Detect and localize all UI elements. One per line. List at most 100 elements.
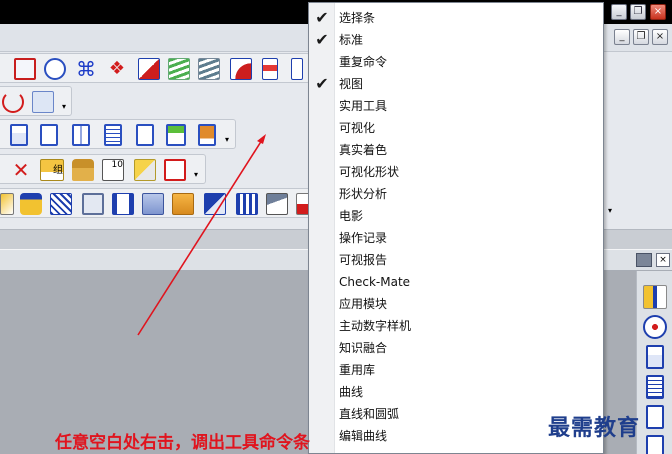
layers-green-icon[interactable] [168,58,190,80]
checkmark-icon [313,185,331,203]
sketch-icon[interactable] [0,193,14,215]
menu-item[interactable]: Check-Mate [309,271,603,293]
toolbar-context-menu: ✔ 选择条 ✔ 标准 重复命令 ✔ 视图 实用工具 可视化 真实着色 可视化形状 形状分析 电影 操作记录… [308,2,604,454]
feature-toolbar: ▾ [0,119,236,149]
edit-toolbar: ✕ 组 10 ▾ [0,154,206,184]
layers-gray-icon[interactable] [198,58,220,80]
feature-toolbar-dropdown[interactable]: ▾ [225,136,231,144]
checkmark-icon [313,141,331,159]
mesh-icon[interactable] [50,193,72,215]
checkmark-icon [313,295,331,313]
resource-icon[interactable] [636,253,652,267]
menu-item-label: 编辑曲线 [339,429,388,443]
delete-icon[interactable]: ✕ [10,159,32,181]
rotate-icon[interactable] [2,91,24,113]
rotate-toolbar-dropdown[interactable]: ▾ [62,103,68,111]
menu-item[interactable]: 应用模块 [309,293,603,315]
boss-icon[interactable] [40,124,58,146]
annotation-caption: 任意空白处右击，调出工具命令条 [55,433,310,453]
menu-item[interactable]: 可视化形状 [309,161,603,183]
hole-icon[interactable] [10,124,28,146]
menu-item-label: 应用模块 [339,297,388,311]
slot-icon[interactable] [166,124,186,146]
menu-item-label: 可视报告 [339,253,388,267]
checkmark-icon [313,339,331,357]
menu-item[interactable]: ✔ 选择条 [309,7,603,29]
checkmark-icon [313,163,331,181]
menu-item[interactable]: ✔ 标准 [309,29,603,51]
move-icon[interactable] [643,285,667,309]
diamond-points-icon[interactable]: ❖ [106,58,128,80]
checkmark-icon [313,405,331,423]
broom-icon[interactable] [72,159,94,181]
checkmark-icon [313,119,331,137]
doc-close-button[interactable]: × [652,29,668,45]
menu-item[interactable]: 曲线 [309,381,603,403]
menu-item[interactable]: 电影 [309,205,603,227]
menu-item[interactable]: 主动数字样机 [309,315,603,337]
menu-item[interactable]: 重复命令 [309,51,603,73]
close-button[interactable]: × [650,4,666,20]
paste-icon[interactable] [134,159,156,181]
hole-side-icon[interactable] [646,345,664,369]
menu-item[interactable]: 真实着色 [309,139,603,161]
quadrant-icon[interactable] [230,58,252,80]
checkmark-icon [313,317,331,335]
menu-item[interactable]: 实用工具 [309,95,603,117]
checkmark-icon [313,427,331,445]
edit-toolbar-dropdown[interactable]: ▾ [194,171,200,179]
thread-icon[interactable] [104,124,122,146]
cylinder-icon[interactable] [172,193,194,215]
pad-side-icon[interactable] [646,435,664,454]
menu-item-label: 知识融合 [339,341,388,355]
thread-side-icon[interactable] [646,375,664,399]
menu-item[interactable]: 形状分析 [309,183,603,205]
target-icon[interactable] [643,315,667,339]
checkmark-icon [313,251,331,269]
fill-mode-icon[interactable] [138,58,160,80]
array-icon[interactable]: 10 [102,159,124,181]
menu-item-label: 重用库 [339,363,376,377]
checkmark-icon: ✔ [315,8,329,27]
sweep-icon[interactable] [266,193,288,215]
section-icon[interactable] [262,58,278,80]
zoom-icon[interactable] [32,91,54,113]
datum-icon[interactable] [20,193,42,215]
pane-close-icon[interactable]: × [656,253,670,267]
surface-icon[interactable] [82,193,104,215]
command-icon[interactable]: ⌘ [75,58,97,80]
checkmark-icon [313,273,331,291]
pattern-icon[interactable] [236,193,258,215]
menu-item[interactable]: 操作记录 [309,227,603,249]
view-orient-icon[interactable] [44,58,66,80]
menu-item[interactable]: 知识融合 [309,337,603,359]
pocket-icon[interactable] [72,124,90,146]
box-outline-icon[interactable] [164,159,186,181]
menu-item[interactable]: 重用库 [309,359,603,381]
frame-icon[interactable] [14,58,36,80]
menu-item-label: 可视化形状 [339,165,400,179]
menu-item[interactable]: ✔ 视图 [309,73,603,95]
doc-restore-button[interactable]: ❐ [633,29,649,45]
view-toolbar: ⌘ ❖ [0,53,310,83]
menu-item-label: 标准 [339,33,364,47]
group-icon[interactable]: 组 [40,159,64,181]
doc-minimize-button[interactable]: _ [614,29,630,45]
modeling-toolbar-dropdown[interactable]: ▾ [608,207,614,215]
pad-icon[interactable] [136,124,154,146]
groove-icon[interactable] [198,124,216,146]
minimize-button[interactable]: _ [611,4,627,20]
chamfer-icon[interactable] [204,193,226,215]
menu-item-label: 实用工具 [339,99,388,113]
restore-button[interactable]: ❐ [630,4,646,20]
menu-item-label: 形状分析 [339,187,388,201]
modeling-toolbar [0,188,320,218]
extrude-icon[interactable] [112,193,134,215]
menu-item-label: 重复命令 [339,55,388,69]
menu-item[interactable]: 可视报告 [309,249,603,271]
block-icon[interactable] [142,193,164,215]
partial-icon[interactable] [291,58,303,80]
menu-item-label: 视图 [339,77,364,91]
boss-side-icon[interactable] [646,405,664,429]
menu-item[interactable]: 可视化 [309,117,603,139]
